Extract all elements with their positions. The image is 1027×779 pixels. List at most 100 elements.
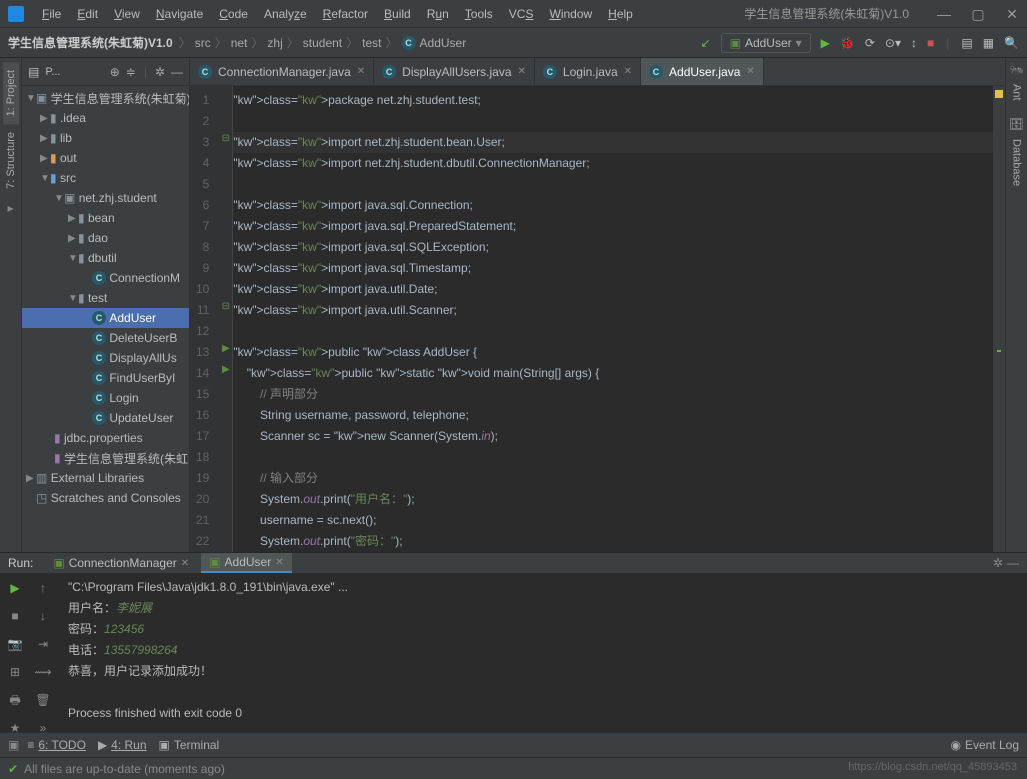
tree-src[interactable]: ▼▮ src (22, 168, 189, 188)
tree-external[interactable]: ▶▥ External Libraries (22, 468, 189, 488)
run-config-selector[interactable]: ▣ AddUser ▾ (721, 33, 811, 53)
project-root[interactable]: 学生信息管理系统(朱虹菊)V1.0 (8, 34, 173, 51)
maximize-button[interactable]: ▢ (971, 7, 985, 21)
status-terminal[interactable]: ▣ Terminal (159, 738, 220, 752)
menu-refactor[interactable]: Refactor (317, 5, 374, 23)
print-icon[interactable]: 🖶 (4, 689, 26, 711)
profile-icon[interactable]: ⊙▾ (885, 36, 901, 50)
tool-project[interactable]: 1: Project (3, 62, 19, 124)
menu-file[interactable]: File (36, 5, 67, 23)
run-hide-icon[interactable]: — (1007, 556, 1019, 570)
stop-button[interactable]: ■ (927, 36, 934, 50)
tree-test[interactable]: ▼▮ test (22, 288, 189, 308)
tree-dao[interactable]: ▶▮ dao (22, 228, 189, 248)
breadcrumb-class[interactable]: CAddUser (402, 36, 467, 50)
collapse-icon[interactable]: ≑ (126, 65, 136, 79)
menu-help[interactable]: Help (602, 5, 639, 23)
tree-dbutil[interactable]: ▼▮ dbutil (22, 248, 189, 268)
close-icon[interactable]: ✕ (746, 66, 754, 77)
tree-root[interactable]: ▼▣ 学生信息管理系统(朱虹菊) (22, 88, 189, 108)
run-tab-conn[interactable]: ▣ConnectionManager✕ (45, 554, 197, 572)
close-button[interactable]: ✕ (1005, 7, 1019, 21)
menu-window[interactable]: Window (543, 5, 598, 23)
trash-icon[interactable]: 🗑 (32, 689, 54, 711)
tree-jdbc[interactable]: ▮ jdbc.properties (22, 428, 189, 448)
close-icon[interactable]: ✕ (275, 557, 283, 568)
scroll-icon[interactable]: ⟿ (32, 661, 54, 683)
minimize-button[interactable]: — (937, 7, 951, 21)
panel-title[interactable]: P... (45, 66, 103, 78)
close-icon[interactable]: ✕ (624, 66, 632, 77)
vcs-update-icon[interactable]: ▤ (961, 36, 972, 50)
tool-structure[interactable]: 7: Structure (3, 124, 19, 197)
breadcrumb-net[interactable]: net (231, 36, 248, 50)
database-icon[interactable]: 🗄 (1009, 117, 1024, 131)
tree-updateuser[interactable]: C UpdateUser (22, 408, 189, 428)
tree-deleteuser[interactable]: C DeleteUserB (22, 328, 189, 348)
tree-lib[interactable]: ▶▮ lib (22, 128, 189, 148)
status-run[interactable]: ▶ 4: Run (98, 738, 147, 752)
menu-edit[interactable]: Edit (71, 5, 104, 23)
settings-icon[interactable]: ✲ (155, 65, 165, 79)
menu-view[interactable]: View (108, 5, 146, 23)
attach-icon[interactable]: ↕ (911, 36, 917, 50)
breadcrumb-zhj[interactable]: zhj (267, 36, 282, 50)
breadcrumb-src[interactable]: src (195, 36, 211, 50)
breadcrumb-student[interactable]: student (303, 36, 342, 50)
run-tab-adduser[interactable]: ▣AddUser✕ (201, 553, 291, 573)
tree-connmanager[interactable]: C ConnectionM (22, 268, 189, 288)
rerun-button[interactable]: ▶ (4, 577, 26, 599)
tab-connmanager[interactable]: CConnectionManager.java✕ (190, 58, 374, 85)
tool-window-icon[interactable]: ▣ (8, 738, 19, 752)
run-button[interactable]: ▶ (821, 36, 830, 50)
tab-displayall[interactable]: CDisplayAllUsers.java✕ (374, 58, 535, 85)
tool-ant[interactable]: Ant (1009, 76, 1025, 109)
menu-tools[interactable]: Tools (459, 5, 499, 23)
run-settings-icon[interactable]: ✲ (993, 556, 1003, 570)
search-icon[interactable]: 🔍 (1004, 36, 1019, 50)
close-icon[interactable]: ✕ (357, 66, 365, 77)
warning-marker-icon[interactable] (995, 90, 1003, 98)
bookmarks-icon[interactable]: ▸ (7, 201, 13, 215)
tree-bean[interactable]: ▶▮ bean (22, 208, 189, 228)
tree-adduser[interactable]: C AddUser (22, 308, 189, 328)
menu-analyze[interactable]: Analyze (258, 5, 313, 23)
marker-icon[interactable] (997, 350, 1001, 352)
locate-icon[interactable]: ⊕ (110, 65, 120, 79)
status-eventlog[interactable]: ◉ Event Log (950, 738, 1019, 752)
menu-run[interactable]: Run (421, 5, 455, 23)
wrap-icon[interactable]: ⇥ (32, 633, 54, 655)
tab-login[interactable]: CLogin.java✕ (535, 58, 641, 85)
tree-displayall[interactable]: C DisplayAllUs (22, 348, 189, 368)
stop-run-button[interactable]: ■ (4, 605, 26, 627)
tree-scratches[interactable]: ◳ Scratches and Consoles (22, 488, 189, 508)
menu-build[interactable]: Build (378, 5, 417, 23)
vcs-commit-icon[interactable]: ▦ (983, 36, 994, 50)
console-output[interactable]: "C:\Program Files\Java\jdk1.8.0_191\bin\… (60, 573, 1027, 743)
dump-icon[interactable]: 📷 (4, 633, 26, 655)
tree-out[interactable]: ▶▮ out (22, 148, 189, 168)
menu-navigate[interactable]: Navigate (150, 5, 209, 23)
up-icon[interactable]: ↑ (32, 577, 54, 599)
menu-vcs[interactable]: VCS (503, 5, 540, 23)
tool-database[interactable]: Database (1009, 131, 1025, 194)
code-content[interactable]: "kw">class="kw">package net.zhj.student.… (233, 86, 993, 552)
status-todo[interactable]: ≡ 6: TODO (27, 738, 86, 752)
menu-code[interactable]: Code (213, 5, 254, 23)
close-icon[interactable]: ✕ (181, 558, 189, 569)
tree-idea[interactable]: ▶▮ .idea (22, 108, 189, 128)
tree-iml[interactable]: ▮ 学生信息管理系统(朱虹 (22, 448, 189, 468)
down-icon[interactable]: ↓ (32, 605, 54, 627)
breadcrumb-test[interactable]: test (362, 36, 381, 50)
code-area[interactable]: 12345678910111213141516171819202122 ⊟ ⊟ … (190, 86, 1005, 552)
hide-icon[interactable]: — (171, 65, 183, 79)
tree-package[interactable]: ▼▣ net.zhj.student (22, 188, 189, 208)
debug-button[interactable]: 🐞 (840, 36, 855, 50)
tab-adduser[interactable]: CAddUser.java✕ (641, 58, 764, 85)
tree-finduser[interactable]: C FindUserByI (22, 368, 189, 388)
layout-icon[interactable]: ⊞ (4, 661, 26, 683)
close-icon[interactable]: ✕ (518, 66, 526, 77)
build-icon[interactable]: ↙ (701, 36, 711, 50)
ant-icon[interactable]: 🐜 (1009, 62, 1024, 76)
coverage-icon[interactable]: ⟳ (865, 36, 875, 50)
